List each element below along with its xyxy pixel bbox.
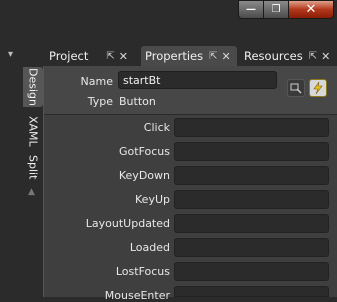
event-handler-input[interactable] bbox=[174, 286, 329, 297]
tab-label: Project bbox=[49, 49, 89, 63]
name-label: Name bbox=[80, 75, 113, 88]
event-label: Loaded bbox=[129, 241, 170, 254]
event-label: KeyDown bbox=[118, 169, 170, 182]
type-label: Type bbox=[87, 95, 113, 108]
type-value: Button bbox=[119, 95, 156, 108]
tab-xaml[interactable]: XAML bbox=[23, 112, 43, 150]
name-input[interactable]: startBt bbox=[118, 71, 277, 89]
pin-icon[interactable]: ⇱ bbox=[209, 51, 217, 62]
event-handler-input[interactable] bbox=[174, 214, 329, 233]
pin-icon[interactable]: ⇱ bbox=[309, 51, 317, 62]
event-handler-input[interactable] bbox=[174, 238, 329, 257]
panel-tab-strip: ▾ Project ⇱ ✕ Properties ⇱ ✕ Resources ⇱… bbox=[0, 46, 337, 66]
events-view-button[interactable] bbox=[309, 79, 327, 97]
tab-label: Properties bbox=[145, 49, 204, 63]
tab-project[interactable]: Project ⇱ ✕ bbox=[45, 46, 140, 66]
event-label: Click bbox=[143, 121, 170, 134]
scroll-up-arrow[interactable]: ▲ bbox=[28, 187, 35, 197]
tab-properties[interactable]: Properties ⇱ ✕ bbox=[141, 46, 237, 66]
event-handler-input[interactable] bbox=[174, 262, 329, 281]
minimize-icon: — bbox=[246, 4, 256, 15]
properties-view-icon bbox=[290, 83, 302, 94]
tab-split[interactable]: Split bbox=[23, 152, 43, 182]
close-tab-icon[interactable]: ✕ bbox=[119, 50, 128, 63]
left-gutter bbox=[0, 66, 23, 297]
tab-resources[interactable]: Resources ⇱ ✕ bbox=[240, 46, 337, 66]
event-label: KeyUp bbox=[135, 193, 170, 206]
close-tab-icon[interactable]: ✕ bbox=[222, 50, 231, 63]
properties-view-button[interactable] bbox=[287, 79, 305, 97]
event-label: LayoutUpdated bbox=[85, 217, 170, 230]
event-handler-input[interactable] bbox=[174, 142, 329, 161]
tab-label: Split bbox=[26, 154, 40, 180]
maximize-icon: ❐ bbox=[271, 4, 281, 15]
event-label: LostFocus bbox=[115, 265, 170, 278]
tab-label: Resources bbox=[244, 49, 303, 63]
close-tab-icon[interactable]: ✕ bbox=[321, 50, 330, 63]
tab-label: Design bbox=[26, 68, 40, 106]
lightning-icon bbox=[313, 81, 323, 95]
event-handler-input[interactable] bbox=[174, 166, 329, 185]
dropdown-icon[interactable]: ▾ bbox=[8, 49, 13, 60]
event-label: GotFocus bbox=[119, 145, 170, 158]
tab-design[interactable]: Design bbox=[23, 67, 43, 107]
pin-icon[interactable]: ⇱ bbox=[106, 51, 114, 62]
event-label: MouseEnter bbox=[104, 289, 170, 302]
close-icon: ✕ bbox=[305, 2, 317, 17]
event-handler-input[interactable] bbox=[174, 190, 329, 209]
maximize-button[interactable]: ❐ bbox=[263, 0, 289, 19]
event-handler-input[interactable] bbox=[174, 118, 329, 137]
tab-label: XAML bbox=[26, 115, 40, 147]
close-window-button[interactable]: ✕ bbox=[288, 0, 334, 19]
minimize-button[interactable]: — bbox=[238, 0, 264, 19]
